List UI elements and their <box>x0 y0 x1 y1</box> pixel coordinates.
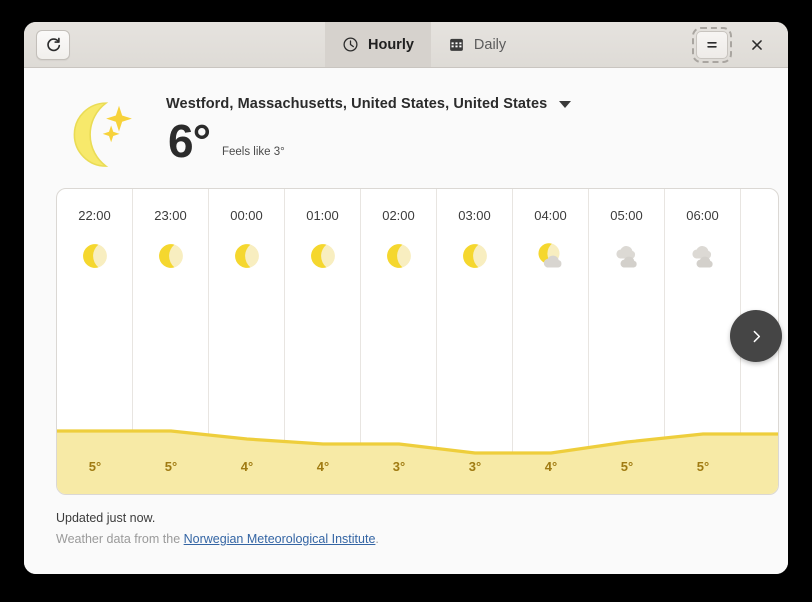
temperature-row: 6° Feels like 3° <box>166 116 571 167</box>
main-content: Westford, Massachusetts, United States, … <box>24 68 788 574</box>
current-text-block: Westford, Massachusetts, United States, … <box>166 84 571 167</box>
hour-column: 03:00 <box>437 189 513 494</box>
hour-column: 22:00 <box>57 189 133 494</box>
attribution-prefix: Weather data from the <box>56 532 184 546</box>
tab-hourly[interactable]: Hourly <box>325 22 431 67</box>
chevron-right-icon <box>748 328 765 345</box>
close-window-button[interactable] <box>744 32 770 58</box>
clear-night-icon <box>306 239 340 273</box>
attribution-text: Weather data from the Norwegian Meteorol… <box>56 532 756 546</box>
hour-column: 23:00 <box>133 189 209 494</box>
clear-night-icon <box>154 239 188 273</box>
updated-status: Updated just now. <box>56 511 756 525</box>
footer: Updated just now. Weather data from the … <box>56 495 756 556</box>
chevron-down-icon <box>559 101 571 108</box>
hour-column: 04:00 <box>513 189 589 494</box>
tab-daily-label: Daily <box>474 37 506 53</box>
partly-cloudy-night-icon <box>534 239 568 273</box>
hour-time-label: 02:00 <box>382 208 415 223</box>
hour-column: 05:00 <box>589 189 665 494</box>
hourly-forecast-card: 22:00 23:00 00:00 <box>56 188 779 495</box>
clear-night-icon <box>78 239 112 273</box>
view-tabs: Hourly Daily <box>325 22 523 67</box>
hour-column: 00:00 <box>209 189 285 494</box>
hamburger-menu-icon <box>704 37 720 53</box>
tab-daily[interactable]: Daily <box>431 22 523 67</box>
calendar-grid-icon <box>448 36 465 53</box>
cloudy-icon <box>610 239 644 273</box>
hourly-forecast-scroller[interactable]: 22:00 23:00 00:00 <box>56 188 788 495</box>
attribution-suffix: . <box>375 532 378 546</box>
clear-night-icon <box>230 239 264 273</box>
location-selector[interactable]: Westford, Massachusetts, United States, … <box>166 96 571 112</box>
next-hours-button[interactable] <box>730 310 782 362</box>
close-icon <box>750 38 764 52</box>
hour-time-label: 23:00 <box>154 208 187 223</box>
hour-time-label: 05:00 <box>610 208 643 223</box>
refresh-icon <box>45 36 62 53</box>
clock-icon <box>342 36 359 53</box>
main-menu-button[interactable] <box>696 31 728 59</box>
hour-time-label: 22:00 <box>78 208 111 223</box>
weather-app-window: Hourly Daily <box>24 22 788 574</box>
tab-hourly-label: Hourly <box>368 37 414 53</box>
clear-night-icon <box>382 239 416 273</box>
clear-night-moon-stars-icon <box>56 90 140 174</box>
current-conditions: Westford, Massachusetts, United States, … <box>56 68 756 186</box>
header-bar: Hourly Daily <box>24 22 788 68</box>
hour-column: 02:00 <box>361 189 437 494</box>
feels-like-text: Feels like 3° <box>222 146 285 158</box>
clear-night-icon <box>458 239 492 273</box>
hour-time-label: 06:00 <box>686 208 719 223</box>
hour-time-label: 01:00 <box>306 208 339 223</box>
hour-time-label: 04:00 <box>534 208 567 223</box>
location-name: Westford, Massachusetts, United States, … <box>166 96 547 112</box>
attribution-link[interactable]: Norwegian Meteorological Institute <box>184 532 376 546</box>
header-bar-right-controls <box>696 31 780 59</box>
current-temperature: 6° <box>168 116 210 167</box>
hour-column: 01:00 <box>285 189 361 494</box>
cloudy-icon <box>686 239 720 273</box>
refresh-button[interactable] <box>36 30 70 60</box>
hour-time-label: 00:00 <box>230 208 263 223</box>
hour-time-label: 03:00 <box>458 208 491 223</box>
